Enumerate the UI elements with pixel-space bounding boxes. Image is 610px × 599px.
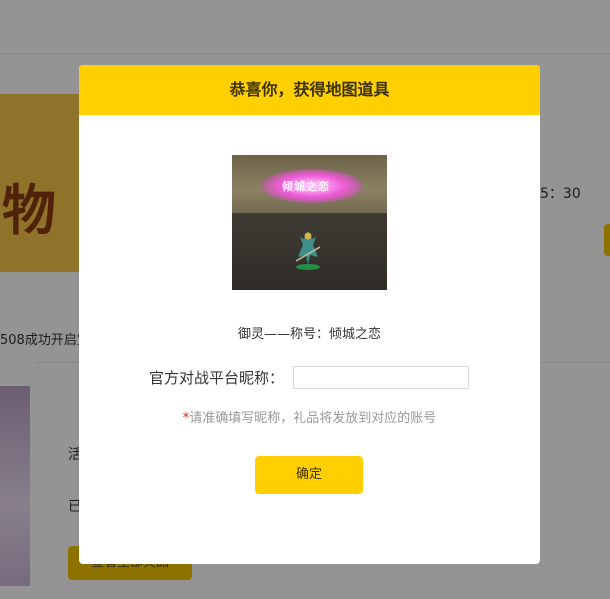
- prize-name: 御灵——称号：倾城之恋: [237, 327, 381, 342]
- prize-image-title-text: 倾城之恋: [282, 180, 330, 193]
- hero-figure-icon: [295, 231, 321, 270]
- prize-image: 倾城之恋: [232, 155, 387, 290]
- nickname-hint: *请准确填写昵称，礼品将发放到对应的账号: [79, 407, 540, 426]
- confirm-button[interactable]: 确定: [255, 456, 363, 494]
- modal-title: 恭喜你，获得地图道具: [79, 65, 540, 115]
- nickname-input[interactable]: [293, 366, 469, 389]
- hint-text: 请准确填写昵称，礼品将发放到对应的账号: [189, 411, 437, 426]
- nickname-label: 官方对战平台昵称：: [149, 369, 285, 387]
- reward-modal: 恭喜你，获得地图道具 倾城之恋 御灵——称号：倾城之恋 官方对战平台昵称： *请…: [79, 65, 540, 564]
